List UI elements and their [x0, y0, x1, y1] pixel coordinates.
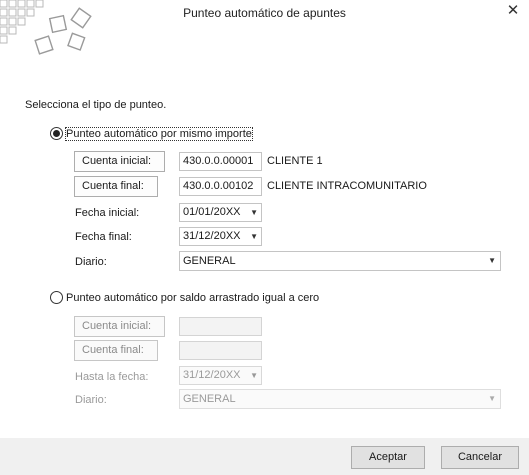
cuenta-inicial-input[interactable]: 430.0.0.00001	[179, 152, 262, 171]
chevron-down-icon[interactable]: ▼	[488, 252, 496, 270]
cuenta-final-2-input	[179, 341, 262, 360]
radio-mismo-importe[interactable]: Punteo automático por mismo importe	[50, 126, 253, 141]
hasta-fecha-value: 31/12/20XX	[183, 369, 241, 381]
cuenta-inicial-2-input	[179, 317, 262, 336]
radio-saldo-cero[interactable]: Punteo automático por saldo arrastrado i…	[50, 291, 319, 304]
diario-2-value: GENERAL	[183, 393, 236, 405]
cuenta-final-2-button: Cuenta final:	[74, 340, 158, 361]
chevron-down-icon[interactable]: ▼	[250, 204, 258, 221]
accept-button[interactable]: Aceptar	[351, 446, 425, 469]
close-icon[interactable]: ✕	[505, 3, 521, 19]
cuenta-inicial-button[interactable]: Cuenta inicial:	[74, 151, 165, 172]
radio-mismo-importe-dot[interactable]	[50, 127, 63, 140]
fecha-inicial-label: Fecha inicial:	[75, 207, 140, 219]
hasta-fecha-picker: 31/12/20XX ▼	[179, 366, 262, 385]
section-heading: Selecciona el tipo de punteo.	[25, 99, 167, 111]
chevron-down-icon: ▼	[488, 394, 496, 403]
cuenta-inicial-name: CLIENTE 1	[267, 155, 323, 167]
chevron-down-icon[interactable]: ▼	[250, 228, 258, 245]
diario-2-label: Diario:	[75, 394, 107, 406]
radio-saldo-cero-label: Punteo automático por saldo arrastrado i…	[66, 291, 320, 304]
hasta-fecha-label: Hasta la fecha:	[75, 371, 149, 383]
radio-mismo-importe-label: Punteo automático por mismo importe	[65, 126, 253, 141]
cuenta-final-name: CLIENTE INTRACOMUNITARIO	[267, 180, 427, 192]
fecha-inicial-value: 01/01/20XX	[183, 206, 241, 218]
fecha-final-label: Fecha final:	[75, 231, 132, 243]
squares-logo-icon	[0, 0, 92, 55]
cuenta-final-button[interactable]: Cuenta final:	[74, 176, 158, 197]
diario-2-select: GENERAL ▼	[179, 389, 501, 409]
fecha-final-picker[interactable]: 31/12/20XX ▼	[179, 227, 262, 246]
cuenta-inicial-2-button: Cuenta inicial:	[74, 316, 165, 337]
diario-label: Diario:	[75, 256, 107, 268]
radio-saldo-cero-dot[interactable]	[50, 291, 63, 304]
fecha-final-value: 31/12/20XX	[183, 230, 241, 242]
cuenta-final-input[interactable]: 430.0.0.00102	[179, 177, 262, 196]
chevron-down-icon: ▼	[250, 371, 258, 380]
diario-select[interactable]: GENERAL ▼	[179, 251, 501, 271]
cancel-button[interactable]: Cancelar	[441, 446, 519, 469]
fecha-inicial-picker[interactable]: 01/01/20XX ▼	[179, 203, 262, 222]
diario-value: GENERAL	[183, 255, 236, 267]
